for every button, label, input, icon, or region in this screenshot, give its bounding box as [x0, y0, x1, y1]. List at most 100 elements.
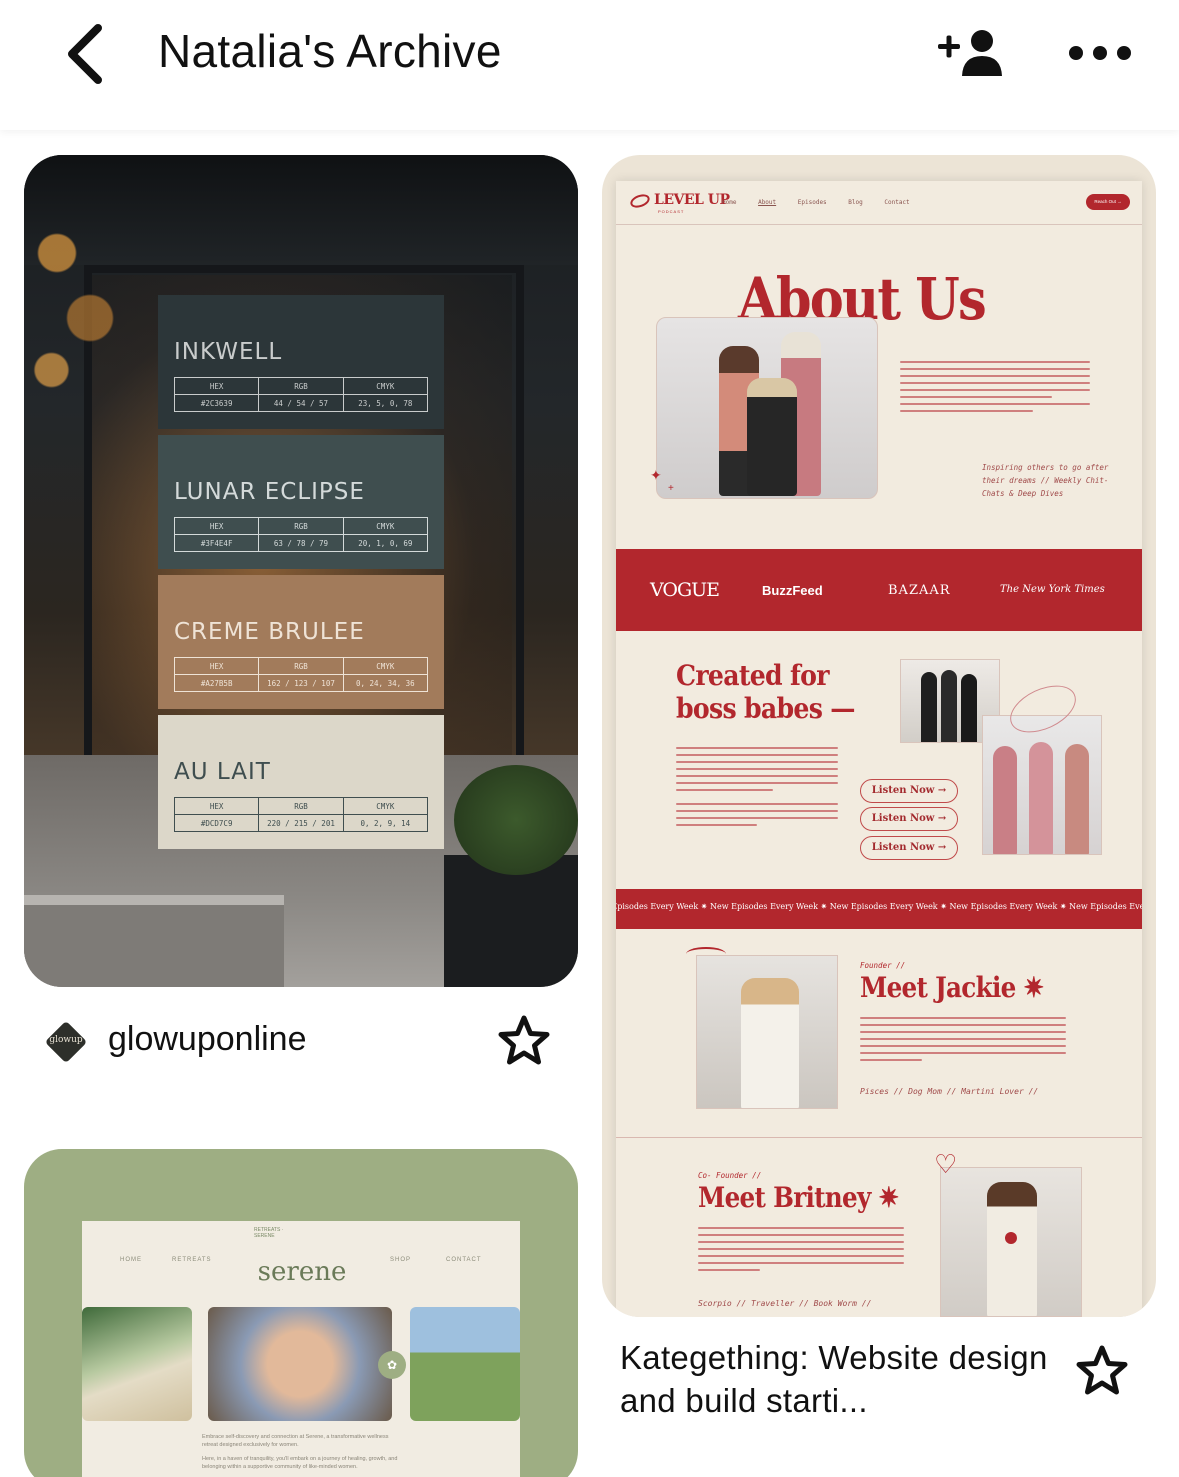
- save-pin-button[interactable]: [1074, 1343, 1130, 1399]
- swatch-hex-value: #2C3639: [173, 394, 260, 412]
- serene-nav-home: HOME: [120, 1257, 142, 1263]
- serene-logo: serene: [257, 1257, 347, 1287]
- swatch-rgb-value: 162 / 123 / 107: [258, 674, 344, 692]
- reach-out-button: Reach Out →: [1086, 194, 1130, 210]
- website-mockup: LEVEL UP PODCAST Home About Episodes Blo…: [616, 181, 1142, 1317]
- save-pin-button[interactable]: [496, 1013, 552, 1069]
- site-nav: LEVEL UP PODCAST Home About Episodes Blo…: [616, 181, 1142, 225]
- created-heading-line1: Created for: [676, 659, 829, 692]
- ticker-text: w Episodes Every Week ✷ New Episodes Eve…: [616, 902, 1142, 911]
- site-logo-sub: PODCAST: [658, 209, 685, 214]
- listen-now-button: Listen Now →: [860, 779, 958, 803]
- pin-title[interactable]: Kategething: Website design and build st…: [620, 1336, 1060, 1422]
- sparkle-icon: +: [668, 483, 674, 494]
- back-button[interactable]: [60, 20, 120, 90]
- press-bazaar: BAZAAR: [888, 583, 951, 598]
- add-person-icon: [938, 30, 1002, 76]
- founder-label: Founder //: [860, 961, 906, 970]
- nav-contact: Contact: [884, 199, 910, 206]
- board-title: Natalia's Archive: [158, 25, 502, 77]
- about-body-text: [900, 361, 1090, 417]
- swatch-hex-value: #3F4E4F: [173, 534, 260, 552]
- press-vogue: VOGUE: [650, 579, 720, 601]
- serene-ring-text: RETREATS · SERENE: [254, 1227, 284, 1239]
- swatch-card: AU LAIT HEX RGB CMYK #DCD7C9 220 / 215 / 201 0…: [158, 715, 444, 849]
- serene-mockup: HOME RETREATS SHOP CONTACT RETREATS · SE…: [82, 1221, 520, 1477]
- press-bar: VOGUE BuzzFeed BAZAAR The New York Times: [616, 549, 1142, 631]
- shrub: [454, 765, 578, 875]
- britney-photo: [940, 1167, 1082, 1317]
- autumn-tree: [24, 175, 134, 435]
- created-body-text: [676, 747, 838, 831]
- swatch-card: CREME BRULEE HEX RGB CMYK #A27B5B 162 / 123 /…: [158, 575, 444, 709]
- women-photo: [208, 1307, 392, 1421]
- swatch-rgb-value: 44 / 54 / 57: [258, 394, 344, 412]
- beach-photo: [82, 1307, 192, 1421]
- press-buzzfeed: BuzzFeed: [762, 583, 823, 598]
- flower-badge-icon: ✿: [378, 1351, 406, 1379]
- swatch-hex-label: HEX: [173, 517, 260, 535]
- swatch-hex-label: HEX: [173, 797, 260, 815]
- star-outline-icon: [1076, 1345, 1128, 1395]
- episodes-ticker: w Episodes Every Week ✷ New Episodes Eve…: [616, 889, 1142, 929]
- swatch-values-table: HEX RGB CMYK #A27B5B 162 / 123 / 107 0, 24, 3…: [173, 657, 429, 692]
- created-heading-line2: boss babes —: [676, 692, 855, 725]
- nav-blog: Blog: [848, 199, 863, 206]
- swatch-card: INKWELL HEX RGB CMYK #2C3639 44 / 54 / 57 23, …: [158, 295, 444, 429]
- site-logo: LEVEL UP: [654, 192, 730, 208]
- pin-color-palette[interactable]: INKWELL HEX RGB CMYK #2C3639 44 / 54 / 57 23, …: [24, 155, 578, 987]
- listen-now-button: Listen Now →: [860, 836, 958, 860]
- serene-copy-1: Embrace self-discovery and connection at…: [202, 1434, 389, 1448]
- swatch-cmyk-value: 23, 5, 0, 78: [342, 394, 429, 412]
- pin-source: glowup glowuponline: [44, 1018, 556, 1068]
- swatch-hex-value: #DCD7C9: [173, 814, 260, 832]
- group-photo-large: [982, 715, 1102, 855]
- scribble-icon: [686, 947, 726, 961]
- serene-nav-shop: SHOP: [390, 1257, 412, 1263]
- nav-about: About: [758, 199, 777, 206]
- founder-bio: [860, 1017, 1066, 1066]
- serene-nav-retreats: RETREATS: [172, 1257, 212, 1263]
- swatch-rgb-value: 63 / 78 / 79: [258, 534, 344, 552]
- swatch-name: AU LAIT: [174, 759, 271, 785]
- planet-logo-icon: [628, 191, 652, 211]
- hosts-photo: [656, 317, 878, 499]
- pin-website-design[interactable]: LEVEL UP PODCAST Home About Episodes Blo…: [602, 155, 1156, 1317]
- swatch-name: CREME BRULEE: [174, 619, 365, 645]
- swatch-hex-label: HEX: [173, 377, 260, 395]
- more-options-button[interactable]: [1066, 38, 1136, 68]
- top-bar: Natalia's Archive: [0, 0, 1179, 130]
- founder-name: Meet Jackie ✷: [860, 971, 1044, 1004]
- swatch-values-table: HEX RGB CMYK #DCD7C9 220 / 215 / 201 0, 2, 9,…: [173, 797, 429, 832]
- nav-home: Home: [722, 199, 737, 206]
- swatch-hex-label: HEX: [173, 657, 260, 675]
- swatch-cmyk-value: 20, 1, 0, 69: [342, 534, 429, 552]
- press-nyt: The New York Times: [1000, 584, 1105, 595]
- heart-scribble-icon: ♡: [934, 1149, 958, 1179]
- swatch-rgb-label: RGB: [258, 797, 344, 815]
- nav-episodes: Episodes: [797, 199, 827, 206]
- serene-nav-contact: CONTACT: [446, 1257, 482, 1263]
- listen-now-button: Listen Now →: [860, 807, 958, 831]
- cofounder-bio: [698, 1227, 904, 1276]
- swatch-card: LUNAR ECLIPSE HEX RGB CMYK #3F4E4F 63 / 78 / …: [158, 435, 444, 569]
- swatch-rgb-label: RGB: [258, 657, 344, 675]
- swatch-rgb-label: RGB: [258, 377, 344, 395]
- site-nav-links: Home About Episodes Blog Contact: [722, 199, 928, 206]
- swatch-values-table: HEX RGB CMYK #3F4E4F 63 / 78 / 79 20, 1, 0, 6…: [173, 517, 429, 552]
- founder-tags: Pisces // Dog Mom // Martini Lover //: [860, 1087, 1039, 1096]
- add-collaborator-button[interactable]: [936, 26, 1006, 82]
- source-username[interactable]: glowuponline: [108, 1020, 307, 1059]
- swatch-values-table: HEX RGB CMYK #2C3639 44 / 54 / 57 23, 5, 0, 7…: [173, 377, 429, 412]
- serene-copy-2: Here, in a haven of tranquility, you'll …: [202, 1456, 398, 1470]
- star-outline-icon: [498, 1015, 550, 1065]
- cofounder-tags: Scorpio // Traveller // Book Worm //: [698, 1299, 872, 1308]
- swatch-rgb-label: RGB: [258, 517, 344, 535]
- cofounder-label: Co- Founder //: [698, 1171, 762, 1180]
- swatch-name: LUNAR ECLIPSE: [174, 479, 365, 505]
- swatch-cmyk-label: CMYK: [342, 377, 429, 395]
- swatch-rgb-value: 220 / 215 / 201: [258, 814, 344, 832]
- avatar[interactable]: glowup: [44, 1020, 88, 1064]
- swatch-cmyk-label: CMYK: [342, 797, 429, 815]
- pin-serene-website[interactable]: HOME RETREATS SHOP CONTACT RETREATS · SE…: [24, 1149, 578, 1477]
